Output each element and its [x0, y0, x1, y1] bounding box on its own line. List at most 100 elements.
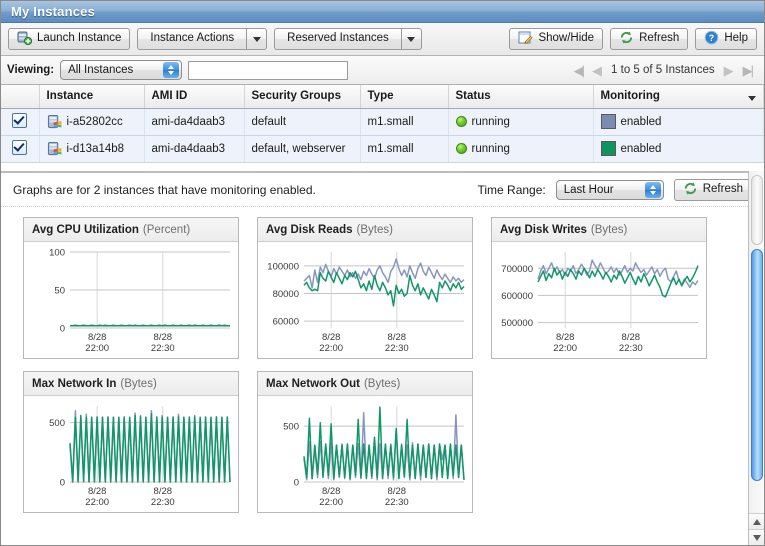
table-row[interactable]: i-d13a14b8 ami-da4daab3 default, webserv… [1, 135, 764, 163]
chart-plot-area: 500000 600000 700000 8/28 22:00 8/28 22:30 [492, 242, 706, 358]
launch-instance-button[interactable]: Launch Instance [8, 28, 131, 50]
x-tick-label: 22:30 [619, 343, 643, 354]
reserved-instances-dropdown-toggle[interactable] [400, 28, 422, 50]
row-checkbox-cell[interactable] [1, 108, 40, 136]
chevron-down-icon [748, 96, 756, 102]
charts-grid: Avg CPU Utilization (Percent) 0 50 100 8/28 22… [1, 207, 764, 513]
row-checkbox-cell[interactable] [1, 135, 40, 163]
chart-plot-area: 0 500 8/28 22:00 8/28 22:30 [24, 396, 238, 512]
column-header-instance[interactable]: Instance [39, 85, 145, 109]
scrollbar-thumb[interactable] [751, 249, 763, 481]
chart-series-line [303, 406, 465, 480]
instance-actions-split-button[interactable]: Instance Actions [137, 28, 268, 50]
x-tick-label: 8/28 [322, 486, 341, 497]
y-tick-label: 0 [294, 478, 299, 489]
last-page-button[interactable]: ▶| [743, 64, 754, 77]
first-page-button[interactable]: ◀| [574, 64, 585, 77]
graphs-refresh-label: Refresh [702, 182, 743, 195]
chart-panel: Avg CPU Utilization (Percent) 0 50 100 8/28 22… [23, 217, 239, 359]
table-row[interactable]: i-a52802cc ami-da4daab3 default m1.small… [1, 108, 764, 136]
svg-text:?: ? [709, 33, 714, 43]
chart-header: Max Network In (Bytes) [24, 372, 238, 396]
chart-unit: (Bytes) [363, 377, 401, 390]
column-header-security-groups[interactable]: Security Groups [244, 85, 361, 109]
chart-unit: (Bytes) [356, 223, 393, 236]
next-page-button[interactable]: ▶ [724, 64, 734, 77]
instance-actions-dropdown-toggle[interactable] [246, 28, 268, 50]
pagination: ◀| ◀ 1 to 5 of 5 Instances ▶ ▶| [574, 64, 758, 77]
edit-columns-icon [518, 30, 533, 48]
chart-panel: Avg Disk Reads (Bytes) 60000 80000 100000 8/2… [257, 217, 473, 359]
graphs-refresh-button[interactable]: Refresh [673, 178, 752, 201]
windows-server-icon [47, 114, 62, 129]
x-tick-label: 22:30 [385, 497, 409, 508]
y-tick-label: 60000 [273, 317, 299, 328]
scroll-up-button[interactable] [749, 513, 764, 529]
column-header-status[interactable]: Status [448, 85, 594, 109]
reserved-instances-split-button[interactable]: Reserved Instances [274, 28, 422, 50]
x-tick-label: 8/28 [154, 332, 173, 343]
refresh-button[interactable]: Refresh [610, 28, 689, 50]
scrollbar-track[interactable] [751, 175, 763, 245]
instance-id: i-a52802cc [66, 115, 123, 128]
help-button[interactable]: ? Help [695, 28, 757, 50]
chart-title: Avg CPU Utilization [32, 223, 139, 236]
chart-title: Avg Disk Reads [266, 223, 353, 236]
cell-status: running [448, 108, 594, 136]
y-tick-label: 50 [54, 286, 65, 297]
x-tick-label: 22:00 [85, 343, 109, 354]
help-label: Help [724, 32, 748, 45]
status-running-icon [455, 143, 467, 154]
main-toolbar: Launch Instance Instance Actions Reserve… [1, 23, 764, 56]
graphs-toolbar: Graphs are for 2 instances that have mon… [1, 173, 764, 207]
reserved-instances-label: Reserved Instances [287, 32, 389, 45]
x-tick-label: 22:30 [151, 497, 175, 508]
triangle-up-icon [753, 518, 761, 525]
select-all-header[interactable] [1, 85, 40, 109]
stepper-icon [644, 181, 661, 198]
chart-series-line [69, 412, 231, 483]
instance-filter-select[interactable]: All Instances [60, 60, 183, 80]
x-tick-label: 8/28 [388, 486, 407, 497]
reserved-instances-button[interactable]: Reserved Instances [274, 28, 401, 50]
show-hide-button[interactable]: Show/Hide [509, 28, 604, 50]
y-tick-label: 500 [283, 422, 299, 433]
monitoring-panel: Graphs are for 2 instances that have mon… [1, 171, 764, 545]
y-tick-label: 600000 [501, 291, 533, 302]
viewing-label: Viewing: [7, 64, 55, 76]
x-tick-label: 22:00 [553, 343, 577, 354]
chart-header: Avg CPU Utilization (Percent) [24, 218, 238, 242]
column-header-ami-id[interactable]: AMI ID [144, 85, 245, 109]
chart-plot-area: 60000 80000 100000 8/28 22:00 8/28 22:30 [258, 242, 472, 358]
chevron-down-icon [407, 36, 416, 42]
scroll-down-button[interactable] [749, 529, 764, 545]
search-input[interactable] [188, 60, 349, 80]
y-tick-label: 0 [60, 324, 65, 335]
stepper-icon [163, 62, 180, 78]
chart-plot-area: 0 50 100 8/28 22:00 8/28 22:30 [24, 242, 238, 358]
ec2-console-window: My Instances Launch Instance Instance Ac… [0, 0, 765, 546]
refresh-icon [683, 181, 698, 199]
y-tick-label: 100000 [267, 261, 299, 272]
instance-actions-button[interactable]: Instance Actions [137, 28, 247, 50]
cell-instance: i-a52802cc [39, 108, 145, 136]
vertical-scrollbar[interactable] [748, 171, 764, 545]
chart-unit: (Bytes) [120, 377, 157, 390]
x-tick-label: 22:00 [85, 497, 109, 508]
column-header-type[interactable]: Type [360, 85, 449, 109]
column-header-monitoring[interactable]: Monitoring [593, 85, 764, 109]
instances-table: Instance AMI ID Security Groups Type Sta… [1, 85, 764, 163]
chart-panel: Max Network Out (Bytes) 0 500 8/28 22:00 8/28 2… [257, 371, 473, 513]
row-checkbox[interactable] [12, 139, 28, 155]
monitoring-color-swatch [600, 141, 616, 156]
status-running-icon [455, 116, 467, 127]
instance-actions-label: Instance Actions [150, 32, 235, 45]
show-hide-label: Show/Hide [538, 32, 595, 45]
time-range-select[interactable]: Last Hour [555, 179, 664, 200]
x-tick-label: 8/28 [88, 486, 107, 497]
prev-page-button[interactable]: ◀ [592, 64, 602, 77]
monitoring-state: enabled [620, 115, 662, 128]
chart-unit: (Bytes) [590, 223, 628, 236]
row-checkbox[interactable] [12, 112, 28, 128]
cell-monitoring: enabled [593, 108, 764, 136]
